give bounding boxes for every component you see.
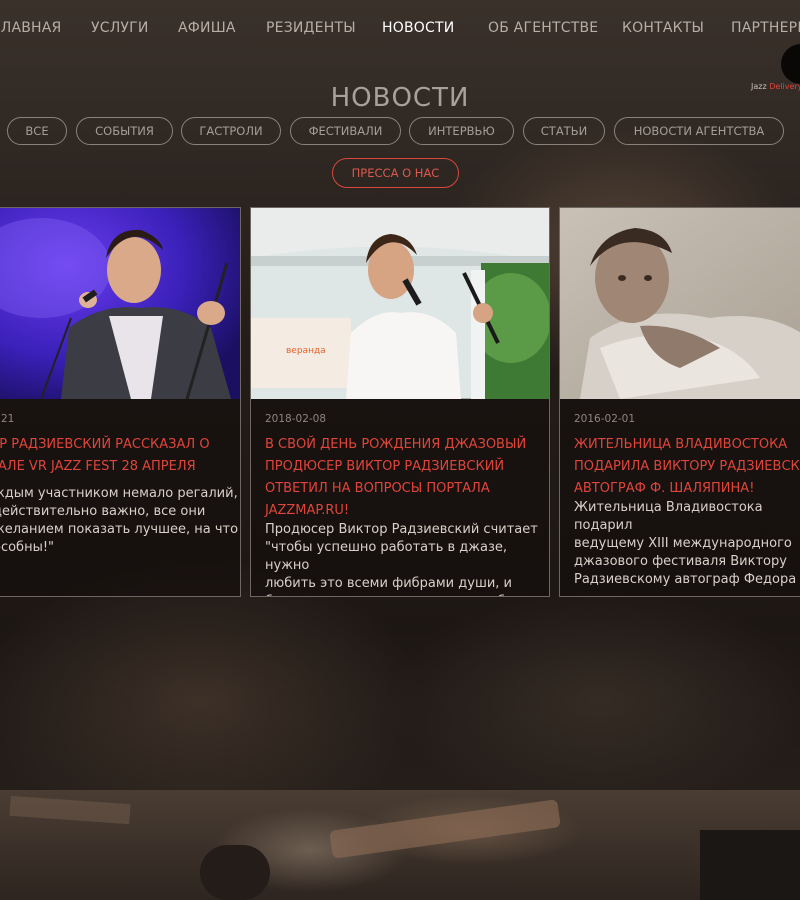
nav-item-services[interactable]: УСЛУГИ: [91, 20, 149, 36]
news-photo[interactable]: [560, 208, 800, 399]
news-excerpt: ждым участником немало регалий, действит…: [0, 486, 239, 555]
news-excerpt: Жительница Владивостока подарил ведущему…: [574, 500, 797, 587]
filter-articles[interactable]: СТАТЬИ: [523, 117, 605, 145]
news-title[interactable]: ЖИТЕЛЬНИЦА ВЛАДИВОСТОКА ПОДАРИЛА ВИКТОРУ…: [574, 434, 800, 500]
news-card[interactable]: веранда 2018-02-08 В СВОЙ ДЕНЬ РОЖДЕНИЯ …: [250, 207, 550, 597]
nav-item-partners[interactable]: ПАРТНЕРЫ: [731, 20, 800, 36]
filter-events[interactable]: СОБЫТИЯ: [76, 117, 173, 145]
filter-festivals[interactable]: ФЕСТИВАЛИ: [290, 117, 401, 145]
news-date: 21: [1, 413, 15, 425]
news-date: 2018-02-08: [265, 413, 327, 425]
news-card[interactable]: 2016-02-01 ЖИТЕЛЬНИЦА ВЛАДИВОСТОКА ПОДАР…: [559, 207, 800, 597]
nav-item-contacts[interactable]: КОНТАКТЫ: [622, 20, 704, 36]
filter-press[interactable]: ПРЕССА О НАС: [332, 158, 459, 188]
nav-item-events[interactable]: АФИША: [178, 20, 236, 36]
filter-interviews[interactable]: ИНТЕРВЬЮ: [409, 117, 514, 145]
page-title: НОВОСТИ: [330, 83, 470, 114]
news-date: 2016-02-01: [574, 413, 636, 425]
main-nav: ГЛАВНАЯ УСЛУГИ АФИША РЕЗИДЕНТЫ НОВОСТИ О…: [0, 20, 800, 42]
filter-tours[interactable]: ГАСТРОЛИ: [181, 117, 281, 145]
nav-item-residents[interactable]: РЕЗИДЕНТЫ: [266, 20, 356, 36]
news-title[interactable]: В СВОЙ ДЕНЬ РОЖДЕНИЯ ДЖАЗОВЫЙ ПРОДЮСЕР В…: [265, 434, 526, 522]
news-title[interactable]: ОР РАДЗИЕВСКИЙ РАССКАЗАЛ О ВАЛЕ VR JAZZ …: [0, 434, 210, 478]
filter-agency-news[interactable]: НОВОСТИ АГЕНТСТВА: [614, 117, 784, 145]
news-photo[interactable]: веранда: [251, 208, 549, 399]
nav-item-about[interactable]: ОБ АГЕНТСТВЕ: [488, 20, 598, 36]
svg-text:веранда: веранда: [286, 346, 326, 356]
news-card[interactable]: 21 ОР РАДЗИЕВСКИЙ РАССКАЗАЛ О ВАЛЕ VR JA…: [0, 207, 241, 597]
nav-item-news[interactable]: НОВОСТИ: [382, 20, 454, 36]
background-lower-photo: [0, 790, 800, 900]
news-excerpt: Продюсер Виктор Радзиевский считает "что…: [265, 522, 538, 596]
nav-item-home[interactable]: ГЛАВНАЯ: [0, 20, 61, 36]
filter-all[interactable]: ВСЕ: [7, 117, 67, 145]
news-photo[interactable]: [0, 208, 240, 399]
